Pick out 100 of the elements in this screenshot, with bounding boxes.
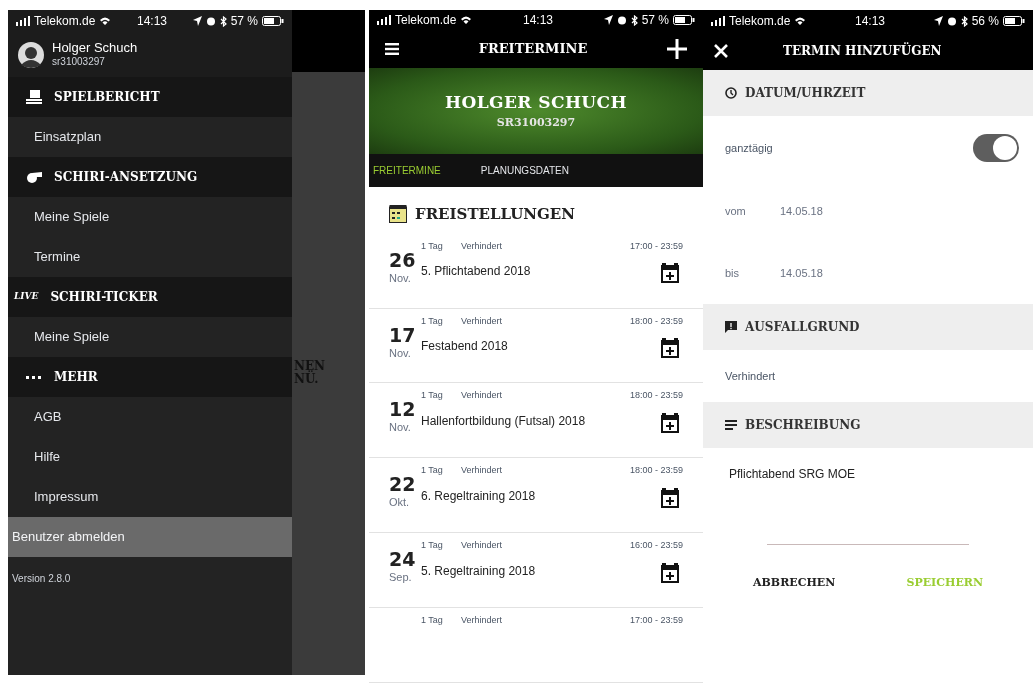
wifi-icon: [460, 15, 473, 26]
month-label: Nov.: [389, 345, 412, 361]
section-label: MEHR: [54, 369, 98, 386]
time-range: 18:00 - 23:59: [629, 464, 683, 478]
user-id: sr31003297: [52, 56, 106, 69]
reason-label: Verhindert: [461, 239, 503, 253]
add-to-calendar-icon: [661, 412, 679, 433]
clock-icon: [725, 87, 737, 99]
text-field[interactable]: Pflichtabend SRG MOE: [725, 465, 860, 483]
appointment-title: 5. Pflichtabend 2018: [421, 263, 531, 281]
reason-label: Verhindert: [461, 464, 503, 478]
clock-time: 14:13: [523, 12, 553, 30]
date-field[interactable]: 14.05.18: [780, 202, 823, 220]
screen-title: FREITERMINE: [478, 40, 588, 59]
reason-label: Verhindert: [461, 614, 503, 628]
month-label: Sep.: [389, 570, 413, 586]
duration-label: 1 Tag: [421, 314, 444, 328]
time-range: 18:00 - 23:59: [629, 389, 683, 403]
clock-time: 14:13: [137, 13, 167, 30]
menu-item[interactable]: AGB: [8, 397, 292, 437]
time-range: 17:00 - 23:59: [629, 239, 683, 253]
screen-title: TERMIN HINZUFÜGEN: [783, 42, 942, 60]
signal-icon: [711, 16, 725, 26]
live-logo: LIVE: [14, 290, 39, 304]
section-label: SCHIRI-TICKER: [50, 289, 158, 306]
bluetooth-icon: [960, 15, 968, 27]
tab[interactable]: FREITERMINE: [373, 162, 441, 178]
close-icon[interactable]: [713, 43, 729, 59]
day-number: 24: [389, 549, 417, 570]
avatar-icon: [18, 41, 44, 68]
more-dots-icon: [26, 375, 42, 379]
appointment-title: Festabend 2018: [421, 338, 508, 356]
wifi-icon: [99, 16, 112, 26]
day-number: 22: [389, 474, 417, 495]
duration-label: 1 Tag: [421, 614, 444, 628]
calendar-icon: [389, 205, 407, 224]
section-label: SCHIRI-ANSETZUNG: [54, 169, 198, 186]
time-range: 16:00 - 23:59: [629, 539, 683, 553]
duration-label: 1 Tag: [421, 239, 444, 253]
bluetooth-icon: [630, 14, 638, 26]
battery-percentage: 56 %: [971, 13, 999, 30]
toggle-label: ganztägig: [725, 140, 773, 156]
duration-label: 1 Tag: [421, 389, 444, 403]
battery-percentage: 57 %: [641, 12, 669, 30]
add-to-calendar-icon: [661, 263, 679, 284]
carrier-name: Telekom.de: [34, 13, 96, 30]
signal-icon: [16, 16, 30, 26]
duration-label: 1 Tag: [421, 539, 444, 553]
banner-id: SR31003297: [496, 115, 576, 132]
reason-label: Verhindert: [461, 389, 503, 403]
reason-label: Verhindert: [461, 314, 503, 328]
day-number: 26: [389, 249, 417, 270]
section-title: AUSFALLGRUND: [745, 319, 860, 336]
menu-item[interactable]: Meine Spiele: [8, 317, 292, 357]
menu-section[interactable]: SCHIRI-ANSETZUNG: [8, 157, 292, 197]
menu-section[interactable]: MEHR: [8, 357, 292, 397]
month-label: Nov.: [389, 270, 412, 286]
day-number: 17: [389, 324, 417, 345]
reason-label: Verhindert: [461, 539, 503, 553]
appointment-title: Hallenfortbildung (Futsal) 2018: [421, 412, 586, 430]
menu-item[interactable]: Einsatzplan: [8, 117, 292, 157]
month-label: Nov.: [389, 420, 412, 436]
appointment-title: 5. Regeltraining 2018: [421, 562, 536, 580]
section-title: FREISTELLUNGEN: [415, 203, 575, 225]
section-label: SPIELBERICHT: [54, 89, 160, 106]
time-range: 17:00 - 23:59: [629, 614, 683, 628]
location-icon: [192, 16, 202, 26]
field-label: vom: [725, 203, 747, 219]
day-number: 12: [389, 399, 417, 420]
bluetooth-icon: [219, 15, 227, 27]
plus-icon[interactable]: [667, 39, 687, 60]
menu-icon[interactable]: [385, 43, 399, 56]
menu-section[interactable]: SPIELBERICHT: [8, 77, 292, 117]
date-field[interactable]: 14.05.18: [780, 264, 823, 282]
add-to-calendar-icon: [661, 562, 679, 583]
duration-label: 1 Tag: [421, 464, 444, 478]
menu-item[interactable]: Hilfe: [8, 437, 292, 477]
user-name: Holger Schuch: [52, 40, 138, 57]
menu-item[interactable]: Meine Spiele: [8, 197, 292, 237]
banner-name: HOLGER SCHUCH: [444, 90, 628, 114]
menu-item[interactable]: Termine: [8, 237, 292, 277]
wifi-icon: [794, 16, 807, 26]
menu-section[interactable]: LIVE SCHIRI-TICKER: [8, 277, 292, 317]
battery-percentage: 57 %: [230, 13, 258, 30]
tab[interactable]: PLANUNGSDATEN: [480, 162, 569, 178]
add-to-calendar-icon: [661, 338, 679, 359]
text-field[interactable]: Verhindert: [725, 367, 776, 385]
all-day-switch[interactable]: [973, 134, 1019, 162]
menu-item[interactable]: Benutzer abmelden: [8, 517, 292, 557]
field-label: bis: [725, 265, 741, 281]
cancel-button[interactable]: ABBRECHEN: [753, 575, 836, 592]
clock-time: 14:13: [855, 13, 885, 30]
section-title: DATUM/UHRZEIT: [745, 85, 866, 102]
month-label: Okt.: [389, 495, 411, 511]
battery-icon: [1003, 16, 1025, 26]
version-label: Version 2.8.0: [11, 572, 72, 586]
signal-icon: [377, 15, 391, 26]
comment-icon: [725, 321, 737, 333]
section-title: BESCHREIBUNG: [745, 417, 861, 434]
menu-item[interactable]: Impressum: [8, 477, 292, 517]
